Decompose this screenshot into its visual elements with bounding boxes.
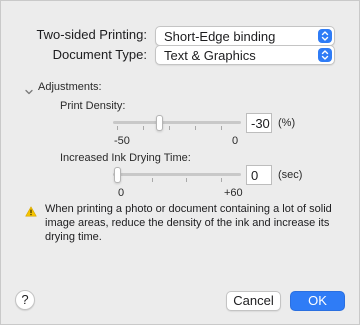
print-density-field[interactable]: -30 xyxy=(246,113,272,133)
slider-tick xyxy=(221,126,222,130)
print-density-slider[interactable] xyxy=(113,114,241,132)
cancel-button[interactable]: Cancel xyxy=(226,291,281,311)
drying-time-unit: (sec) xyxy=(278,169,303,181)
print-density-min-label: -50 xyxy=(114,135,130,147)
ok-button[interactable]: OK xyxy=(290,291,345,311)
updown-chevron-icon xyxy=(318,48,332,62)
slider-tick xyxy=(143,126,144,130)
print-density-thumb[interactable] xyxy=(155,115,163,131)
drying-time-slider[interactable] xyxy=(113,166,241,184)
slider-tick xyxy=(117,126,118,130)
disclosure-chevron-icon[interactable] xyxy=(24,83,34,101)
drying-time-label: Increased Ink Drying Time: xyxy=(60,152,191,164)
slider-track xyxy=(113,121,241,124)
drying-time-thumb[interactable] xyxy=(114,167,121,183)
adjustments-label: Adjustments: xyxy=(38,81,102,93)
slider-tick xyxy=(195,126,196,130)
help-button[interactable]: ? xyxy=(15,290,35,310)
print-density-label: Print Density: xyxy=(60,100,126,112)
warning-text: When printing a photo or document contai… xyxy=(45,203,332,243)
document-type-label: Document Type: xyxy=(52,47,147,62)
slider-tick xyxy=(186,178,187,182)
slider-tick xyxy=(152,178,153,182)
two-sided-popup[interactable]: Short-Edge binding xyxy=(155,26,335,46)
two-sided-label: Two-sided Printing: xyxy=(36,27,147,42)
warning-triangle-icon xyxy=(25,204,37,222)
two-sided-value: Short-Edge binding xyxy=(164,29,276,44)
print-density-max-label: 0 xyxy=(232,135,239,147)
updown-chevron-icon xyxy=(318,29,332,43)
slider-tick xyxy=(169,126,170,130)
print-settings-dialog: Two-sided Printing: Short-Edge binding D… xyxy=(0,0,360,325)
document-type-value: Text & Graphics xyxy=(164,48,256,63)
print-density-unit: (%) xyxy=(278,117,296,129)
slider-tick xyxy=(221,178,222,182)
drying-time-min-label: 0 xyxy=(118,187,125,199)
drying-time-field[interactable]: 0 xyxy=(246,165,272,185)
document-type-popup[interactable]: Text & Graphics xyxy=(155,45,335,65)
slider-track xyxy=(113,173,241,176)
drying-time-max-label: +60 xyxy=(224,187,243,199)
